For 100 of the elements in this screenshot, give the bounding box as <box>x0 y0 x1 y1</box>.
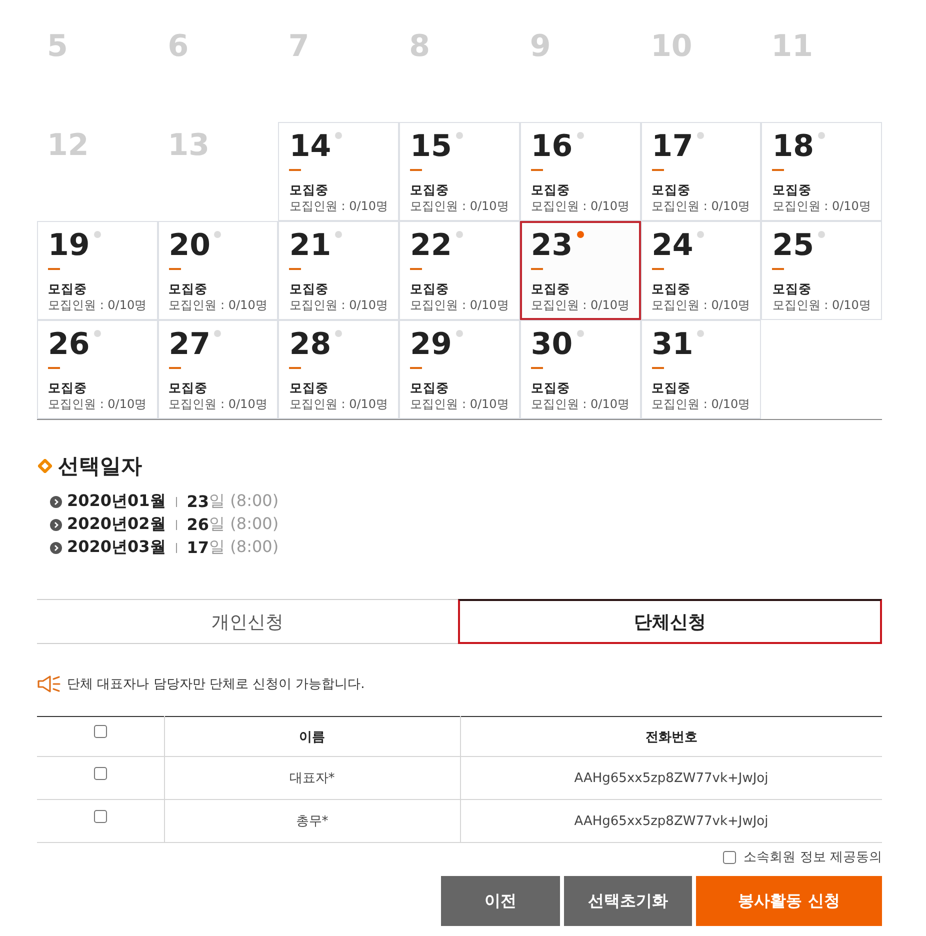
day-number: 14 <box>289 128 332 166</box>
dash-icon <box>48 367 60 369</box>
day-number: 20 <box>168 227 210 265</box>
dash-icon <box>289 268 302 270</box>
calendar-day[interactable]: 30 모집중 모집인원 : 0/10명 <box>520 320 641 419</box>
capacity-text: 모집인원 : 0/10명 <box>772 198 871 215</box>
month-text: 2020년01월 <box>67 491 166 512</box>
calendar-day[interactable]: 27 모집중 모집인원 : 0/10명 <box>158 320 278 419</box>
tab[interactable]: 단체신청 <box>458 599 882 644</box>
calendar-day[interactable]: 17 모집중 모집인원 : 0/10명 <box>640 122 762 221</box>
calendar-day[interactable]: 19 모집중 모집인원 : 0/10명 <box>37 221 158 320</box>
calendar-day[interactable]: 18 모집중 모집인원 : 0/10명 <box>761 122 882 221</box>
status-label: 모집중 <box>652 280 691 297</box>
capacity-text: 모집인원 : 0/10명 <box>168 396 268 413</box>
day-number: 16 <box>530 128 573 166</box>
table-cell: AAHg65xx5zp8ZW77vk+JwJoj <box>460 800 882 842</box>
section-title: 선택일자 <box>58 453 142 480</box>
time-text: 일 (8:00) <box>209 514 279 535</box>
calendar-day[interactable]: 22 모집중 모집인원 : 0/10명 <box>399 221 520 320</box>
day-number: 30 <box>530 326 573 364</box>
row-checkbox[interactable] <box>94 766 107 780</box>
calendar-day[interactable]: 25 모집중 모집인원 : 0/10명 <box>761 221 882 320</box>
day-number: 25 <box>772 227 814 265</box>
capacity-text: 모집인원 : 0/10명 <box>652 396 750 413</box>
day-number: 26 <box>48 326 90 364</box>
status-label: 모집중 <box>289 379 328 396</box>
dash-icon <box>530 169 543 171</box>
day-number: 19 <box>48 227 90 265</box>
day-number: 23 <box>530 227 573 265</box>
column-header: 이름 <box>164 716 460 756</box>
status-label: 모집중 <box>530 181 570 198</box>
select-all-checkbox[interactable] <box>94 725 107 738</box>
dash-icon <box>530 268 543 270</box>
status-label: 모집중 <box>410 181 450 198</box>
calendar-day[interactable]: 23 모집중 모집인원 : 0/10명 <box>520 221 641 320</box>
calendar-day[interactable]: 29 모집중 모집인원 : 0/10명 <box>399 320 520 419</box>
status-label: 모집중 <box>168 280 208 297</box>
status-label: 모집중 <box>168 379 208 396</box>
calendar-day[interactable]: 20 모집중 모집인원 : 0/10명 <box>158 221 278 320</box>
chevron-circle-icon <box>50 496 62 508</box>
tab[interactable]: 개인신청 <box>37 599 458 644</box>
status-label: 모집중 <box>410 280 450 297</box>
capacity-text: 모집인원 : 0/10명 <box>652 297 750 314</box>
calendar-day[interactable]: 26 모집중 모집인원 : 0/10명 <box>37 320 158 419</box>
status-label: 모집중 <box>48 280 87 297</box>
day-number: 21 <box>289 227 332 265</box>
status-label: 모집중 <box>772 181 812 198</box>
capacity-text: 모집인원 : 0/10명 <box>530 297 630 314</box>
time-text: 일 (8:00) <box>209 491 279 512</box>
day-text: 23 <box>186 492 210 511</box>
day-number: 27 <box>168 326 210 364</box>
dash-icon <box>48 268 60 270</box>
dash-icon <box>289 367 302 369</box>
consent-label: 소속회원 정보 제공동의 <box>744 849 882 866</box>
column-header: 전화번호 <box>460 716 882 756</box>
day-number: 18 <box>772 128 814 166</box>
status-label: 모집중 <box>289 181 328 198</box>
table-cell: 총무* <box>164 800 460 842</box>
speaker-icon <box>37 675 61 693</box>
dash-icon <box>772 268 784 270</box>
dash-icon <box>652 169 664 171</box>
status-label: 모집중 <box>530 280 570 297</box>
row-checkbox[interactable] <box>94 810 107 822</box>
capacity-text: 모집인원 : 0/10명 <box>772 297 871 314</box>
status-label: 모집중 <box>410 379 450 396</box>
capacity-text: 모집인원 : 0/10명 <box>410 297 509 314</box>
capacity-text: 모집인원 : 0/10명 <box>530 198 630 215</box>
consent-checkbox[interactable] <box>722 850 736 864</box>
status-label: 모집중 <box>652 181 691 198</box>
dash-icon <box>652 367 664 369</box>
dash-icon <box>168 268 181 270</box>
status-label: 모집중 <box>530 379 570 396</box>
capacity-text: 모집인원 : 0/10명 <box>289 198 388 215</box>
calendar-day[interactable]: 14 모집중 모집인원 : 0/10명 <box>278 122 400 221</box>
time-text: 일 (8:00) <box>209 537 279 558</box>
capacity-text: 모집인원 : 0/10명 <box>410 396 509 413</box>
calendar-day[interactable]: 21 모집중 모집인원 : 0/10명 <box>278 221 400 320</box>
calendar-day[interactable]: 24 모집중 모집인원 : 0/10명 <box>640 221 762 320</box>
calendar-day[interactable]: 28 모집중 모집인원 : 0/10명 <box>278 320 400 419</box>
day-number: 17 <box>652 128 694 166</box>
calendar-day[interactable]: 15 모집중 모집인원 : 0/10명 <box>399 122 520 221</box>
day-number: 15 <box>410 128 452 166</box>
dash-icon <box>530 367 543 369</box>
action-button[interactable]: 선택초기화 <box>564 876 692 926</box>
capacity-text: 모집인원 : 0/10명 <box>168 297 268 314</box>
calendar-day[interactable]: 16 모집중 모집인원 : 0/10명 <box>520 122 641 221</box>
capacity-text: 모집인원 : 0/10명 <box>289 297 388 314</box>
capacity-text: 모집인원 : 0/10명 <box>530 396 630 413</box>
day-number: 31 <box>652 326 694 364</box>
calendar-day[interactable]: 31 모집중 모집인원 : 0/10명 <box>640 320 762 419</box>
capacity-text: 모집인원 : 0/10명 <box>48 396 147 413</box>
table-cell: AAHg65xx5zp8ZW77vk+JwJoj <box>460 756 882 800</box>
action-button[interactable]: 이전 <box>441 876 560 926</box>
capacity-text: 모집인원 : 0/10명 <box>48 297 147 314</box>
dash-icon <box>410 367 422 369</box>
chevron-circle-icon <box>50 542 62 554</box>
day-text: 26 <box>186 515 210 534</box>
capacity-text: 모집인원 : 0/10명 <box>410 198 509 215</box>
day-text: 17 <box>186 538 210 557</box>
month-text: 2020년02월 <box>67 514 166 535</box>
